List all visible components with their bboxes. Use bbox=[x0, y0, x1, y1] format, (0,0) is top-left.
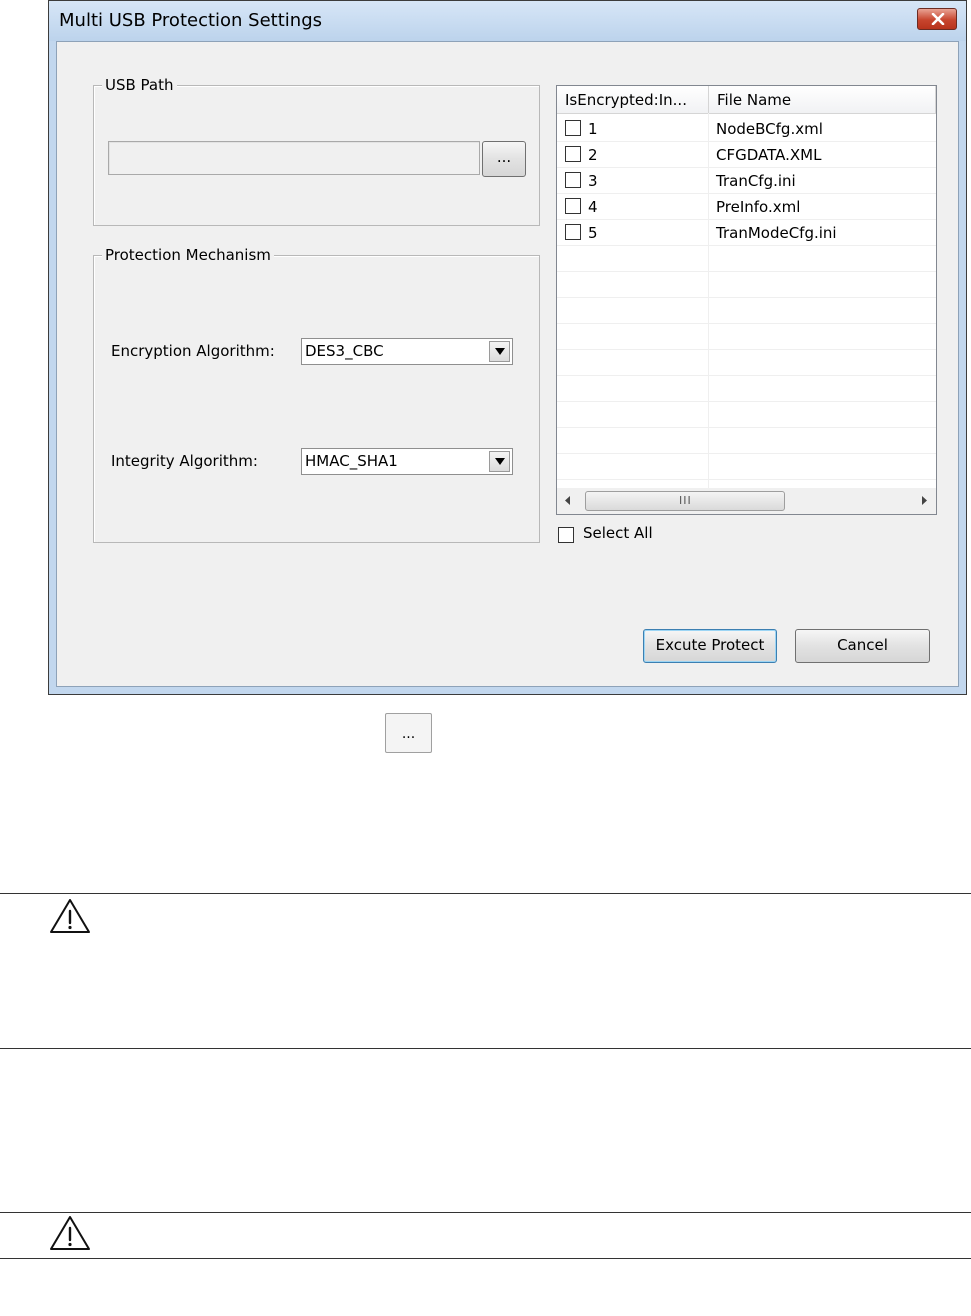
empty-row bbox=[557, 454, 936, 480]
dropdown-arrow-icon bbox=[495, 348, 505, 355]
encryption-dropdown-button[interactable] bbox=[489, 341, 510, 362]
row-file-name: CFGDATA.XML bbox=[716, 146, 822, 164]
scroll-right-button[interactable] bbox=[914, 488, 936, 514]
file-row[interactable]: 2 CFGDATA.XML bbox=[557, 142, 936, 168]
multi-usb-protection-dialog: Multi USB Protection Settings USB Path .… bbox=[48, 0, 967, 695]
scroll-grip: III bbox=[679, 494, 692, 507]
row-index: 1 bbox=[588, 120, 598, 138]
note-bottom-rule bbox=[0, 1048, 971, 1049]
empty-row bbox=[557, 376, 936, 402]
warning-icon bbox=[50, 899, 90, 933]
row-checkbox[interactable] bbox=[565, 172, 581, 188]
row-checkbox[interactable] bbox=[565, 146, 581, 162]
row-index: 2 bbox=[588, 146, 598, 164]
row-file-name: TranModeCfg.ini bbox=[716, 224, 837, 242]
title-bar[interactable]: Multi USB Protection Settings bbox=[49, 1, 966, 41]
protection-mechanism-legend: Protection Mechanism bbox=[102, 246, 274, 264]
close-icon bbox=[931, 13, 945, 25]
row-index: 3 bbox=[588, 172, 598, 190]
column-header-file-name[interactable]: File Name bbox=[709, 86, 936, 113]
usb-path-group: USB Path ... bbox=[93, 76, 540, 226]
browse-button[interactable]: ... bbox=[482, 141, 526, 177]
protection-mechanism-group: Protection Mechanism Encryption Algorith… bbox=[93, 246, 540, 543]
integrity-algorithm-value: HMAC_SHA1 bbox=[305, 452, 398, 470]
empty-row bbox=[557, 298, 936, 324]
file-row[interactable]: 3 TranCfg.ini bbox=[557, 168, 936, 194]
encryption-algorithm-label: Encryption Algorithm: bbox=[111, 342, 275, 360]
file-row[interactable]: 5 TranModeCfg.ini bbox=[557, 220, 936, 246]
dialog-client-area: USB Path ... Protection Mechanism Encryp… bbox=[56, 41, 959, 687]
select-all-label[interactable]: Select All bbox=[583, 524, 653, 542]
integrity-dropdown-button[interactable] bbox=[489, 451, 510, 472]
column-separator bbox=[708, 113, 709, 488]
integrity-algorithm-select[interactable]: HMAC_SHA1 bbox=[301, 448, 513, 475]
usb-path-input[interactable] bbox=[108, 141, 480, 175]
select-all-checkbox[interactable] bbox=[558, 527, 574, 543]
integrity-algorithm-label: Integrity Algorithm: bbox=[111, 452, 258, 470]
dropdown-arrow-icon bbox=[495, 458, 505, 465]
cancel-button[interactable]: Cancel bbox=[795, 629, 930, 663]
file-row[interactable]: 4 PreInfo.xml bbox=[557, 194, 936, 220]
empty-row bbox=[557, 272, 936, 298]
empty-row bbox=[557, 350, 936, 376]
row-index: 5 bbox=[588, 224, 598, 242]
row-checkbox[interactable] bbox=[565, 120, 581, 136]
encryption-algorithm-value: DES3_CBC bbox=[305, 342, 384, 360]
row-index: 4 bbox=[588, 198, 598, 216]
file-row[interactable]: 1 NodeBCfg.xml bbox=[557, 116, 936, 142]
window-title: Multi USB Protection Settings bbox=[59, 10, 323, 31]
usb-path-legend: USB Path bbox=[102, 76, 177, 94]
column-header-is-encrypted[interactable]: IsEncrypted:In... bbox=[557, 86, 709, 113]
row-file-name: NodeBCfg.xml bbox=[716, 120, 823, 138]
file-list-view[interactable]: IsEncrypted:In... File Name 1 NodeBCfg.x… bbox=[556, 85, 937, 515]
execute-protect-button[interactable]: Excute Protect bbox=[643, 629, 777, 663]
note-top-rule bbox=[0, 893, 971, 894]
row-file-name: PreInfo.xml bbox=[716, 198, 801, 216]
horizontal-scrollbar[interactable]: III bbox=[557, 488, 936, 514]
scroll-right-icon bbox=[922, 496, 927, 505]
scroll-left-icon bbox=[565, 496, 570, 505]
caution-bottom-rule bbox=[0, 1258, 971, 1259]
warning-icon bbox=[50, 1216, 90, 1250]
empty-row bbox=[557, 428, 936, 454]
empty-row bbox=[557, 402, 936, 428]
list-header: IsEncrypted:In... File Name bbox=[557, 86, 936, 114]
close-button[interactable] bbox=[917, 8, 957, 30]
empty-row bbox=[557, 324, 936, 350]
scroll-thumb[interactable]: III bbox=[585, 491, 785, 511]
browse-button-icon: ... bbox=[385, 713, 432, 753]
row-file-name: TranCfg.ini bbox=[716, 172, 796, 190]
row-checkbox[interactable] bbox=[565, 198, 581, 214]
row-checkbox[interactable] bbox=[565, 224, 581, 240]
caution-top-rule bbox=[0, 1212, 971, 1213]
scroll-left-button[interactable] bbox=[557, 488, 579, 514]
empty-row bbox=[557, 246, 936, 272]
encryption-algorithm-select[interactable]: DES3_CBC bbox=[301, 338, 513, 365]
